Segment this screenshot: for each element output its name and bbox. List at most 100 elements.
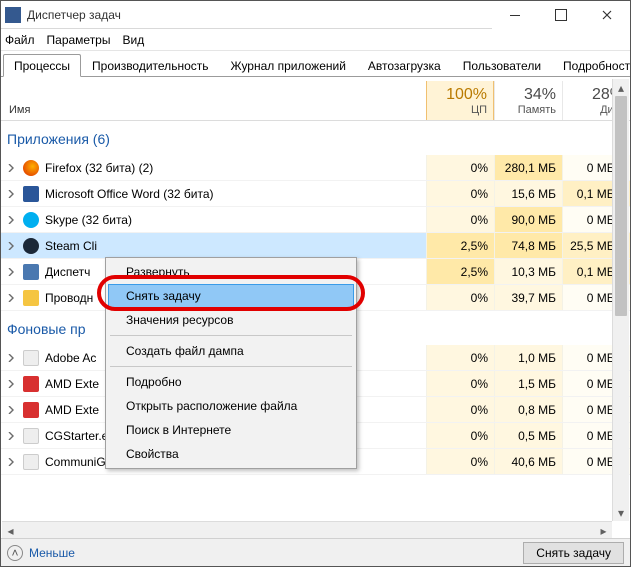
cpu-pct: 100% bbox=[446, 86, 487, 104]
vertical-scrollbar[interactable]: ▴ ▾ bbox=[612, 79, 629, 521]
chevron-right-icon[interactable] bbox=[5, 162, 17, 174]
ctx-search-web[interactable]: Поиск в Интернете bbox=[108, 418, 354, 442]
tab-strip: Процессы Производительность Журнал прило… bbox=[1, 51, 630, 77]
memory-cell: 1,5 МБ bbox=[494, 371, 562, 396]
cpu-cell: 2,5% bbox=[426, 259, 494, 284]
cpu-cell: 0% bbox=[426, 397, 494, 422]
context-menu: Развернуть Снять задачу Значения ресурсо… bbox=[105, 257, 357, 469]
process-name: Microsoft Office Word (32 бита) bbox=[45, 187, 214, 201]
scroll-thumb[interactable] bbox=[615, 96, 627, 316]
process-name: Adobe Ac bbox=[45, 351, 96, 365]
tm-icon bbox=[23, 264, 39, 280]
ctx-end-task[interactable]: Снять задачу bbox=[108, 284, 354, 308]
chevron-right-icon[interactable] bbox=[5, 214, 17, 226]
tab-app-history[interactable]: Журнал приложений bbox=[220, 54, 357, 77]
amd-icon bbox=[23, 376, 39, 392]
minimize-button[interactable] bbox=[492, 1, 538, 29]
process-row[interactable]: Firefox (32 бита) (2)0%280,1 МБ0 МБ/с bbox=[1, 155, 630, 181]
cpu-cell: 0% bbox=[426, 371, 494, 396]
menu-file[interactable]: Файл bbox=[5, 33, 35, 47]
generic-icon bbox=[23, 350, 39, 366]
process-name: Skype (32 бита) bbox=[45, 213, 132, 227]
chevron-right-icon[interactable] bbox=[5, 352, 17, 364]
mem-pct: 34% bbox=[524, 86, 556, 104]
ctx-details[interactable]: Подробно bbox=[108, 370, 354, 394]
tab-startup[interactable]: Автозагрузка bbox=[357, 54, 452, 77]
chevron-right-icon[interactable] bbox=[5, 292, 17, 304]
window-title: Диспетчер задач bbox=[27, 8, 121, 22]
chevron-right-icon[interactable] bbox=[5, 240, 17, 252]
scroll-left-button[interactable]: ◂ bbox=[2, 522, 19, 539]
memory-cell: 90,0 МБ bbox=[494, 207, 562, 232]
group-apps[interactable]: Приложения (6) bbox=[1, 121, 630, 155]
process-name-cell: Skype (32 бита) bbox=[1, 212, 426, 228]
cpu-cell: 0% bbox=[426, 285, 494, 310]
col-memory[interactable]: 34% Память bbox=[494, 81, 562, 120]
chevron-right-icon[interactable] bbox=[5, 378, 17, 390]
fewer-details-label: Меньше bbox=[29, 546, 75, 560]
process-name: AMD Exte bbox=[45, 403, 99, 417]
process-row[interactable]: Steam Cli2,5%74,8 МБ25,5 МБ/с bbox=[1, 233, 630, 259]
titlebar: Диспетчер задач bbox=[1, 1, 630, 29]
process-name: AMD Exte bbox=[45, 377, 99, 391]
chevron-up-icon: ˄ bbox=[7, 545, 23, 561]
tab-details[interactable]: Подробности bbox=[552, 54, 631, 77]
menu-bar: Файл Параметры Вид bbox=[1, 29, 630, 51]
word-icon bbox=[23, 186, 39, 202]
process-row[interactable]: Skype (32 бита)0%90,0 МБ0 МБ/с bbox=[1, 207, 630, 233]
cpu-cell: 0% bbox=[426, 449, 494, 474]
process-name-cell: Steam Cli bbox=[1, 238, 426, 254]
tab-processes[interactable]: Процессы bbox=[3, 54, 81, 77]
footer: ˄ Меньше Снять задачу bbox=[1, 538, 630, 566]
ctx-expand[interactable]: Развернуть bbox=[108, 260, 354, 284]
app-icon bbox=[5, 7, 21, 23]
col-name[interactable]: Имя bbox=[1, 81, 426, 120]
chevron-right-icon[interactable] bbox=[5, 266, 17, 278]
memory-cell: 74,8 МБ bbox=[494, 233, 562, 258]
process-row[interactable]: Microsoft Office Word (32 бита) 0%15,6 МБ… bbox=[1, 181, 630, 207]
chevron-right-icon[interactable] bbox=[5, 430, 17, 442]
process-name: Firefox (32 бита) (2) bbox=[45, 161, 153, 175]
steam-icon bbox=[23, 238, 39, 254]
generic-icon bbox=[23, 428, 39, 444]
column-headers: Имя 100% ЦП 34% Память 28% Диск bbox=[1, 81, 630, 121]
cpu-cell: 2,5% bbox=[426, 233, 494, 258]
window-controls bbox=[492, 1, 630, 29]
ctx-resource-values[interactable]: Значения ресурсов bbox=[108, 308, 354, 332]
explorer-icon bbox=[23, 290, 39, 306]
tab-users[interactable]: Пользователи bbox=[452, 54, 552, 77]
menu-options[interactable]: Параметры bbox=[47, 33, 111, 47]
cpu-cell: 0% bbox=[426, 423, 494, 448]
ctx-properties[interactable]: Свойства bbox=[108, 442, 354, 466]
ctx-open-location[interactable]: Открыть расположение файла bbox=[108, 394, 354, 418]
generic-icon bbox=[23, 454, 39, 470]
scroll-up-button[interactable]: ▴ bbox=[613, 79, 629, 96]
chevron-right-icon[interactable] bbox=[5, 188, 17, 200]
scroll-down-button[interactable]: ▾ bbox=[613, 504, 629, 521]
process-name-cell: Microsoft Office Word (32 бита) bbox=[1, 186, 426, 202]
col-cpu[interactable]: 100% ЦП bbox=[426, 81, 494, 120]
memory-cell: 1,0 МБ bbox=[494, 345, 562, 370]
menu-view[interactable]: Вид bbox=[122, 33, 144, 47]
horizontal-scrollbar[interactable]: ◂ ▸ bbox=[2, 521, 612, 538]
skype-icon bbox=[23, 212, 39, 228]
tab-performance[interactable]: Производительность bbox=[81, 54, 219, 77]
chevron-right-icon[interactable] bbox=[5, 404, 17, 416]
fewer-details-button[interactable]: ˄ Меньше bbox=[7, 545, 75, 561]
close-button[interactable] bbox=[584, 1, 630, 29]
ctx-create-dump[interactable]: Создать файл дампа bbox=[108, 339, 354, 363]
memory-cell: 15,6 МБ bbox=[494, 181, 562, 206]
chevron-right-icon[interactable] bbox=[5, 456, 17, 468]
process-name: Диспетч bbox=[45, 265, 90, 279]
firefox-icon bbox=[23, 160, 39, 176]
ctx-sep-1 bbox=[110, 335, 352, 336]
end-task-button[interactable]: Снять задачу bbox=[523, 542, 624, 564]
cpu-cell: 0% bbox=[426, 345, 494, 370]
scroll-right-button[interactable]: ▸ bbox=[595, 522, 612, 539]
process-name-cell: Firefox (32 бита) (2) bbox=[1, 160, 426, 176]
memory-cell: 10,3 МБ bbox=[494, 259, 562, 284]
memory-cell: 39,7 МБ bbox=[494, 285, 562, 310]
cpu-cell: 0% bbox=[426, 181, 494, 206]
maximize-button[interactable] bbox=[538, 1, 584, 29]
cpu-lbl: ЦП bbox=[471, 104, 487, 116]
